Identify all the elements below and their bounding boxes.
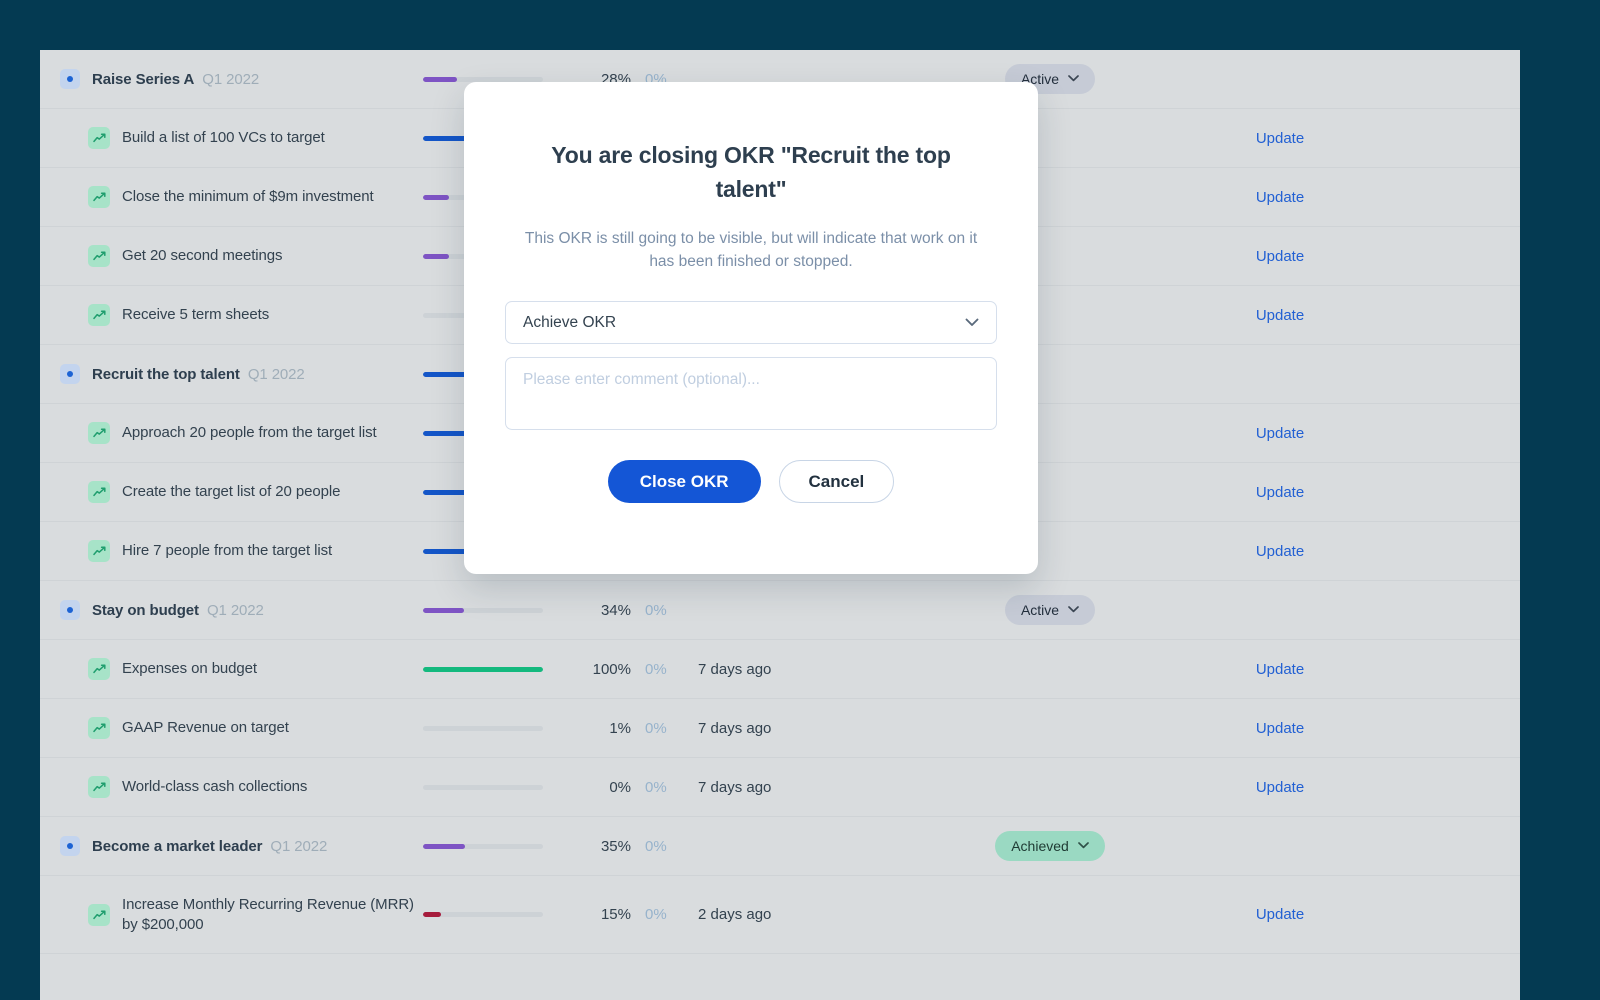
- close-reason-value: Achieve OKR: [523, 313, 617, 331]
- chevron-down-icon: [965, 315, 979, 330]
- dialog-actions: Close OKR Cancel: [505, 460, 997, 503]
- close-okr-button[interactable]: Close OKR: [607, 460, 761, 503]
- dialog-description: This OKR is still going to be visible, b…: [524, 230, 978, 270]
- cancel-button[interactable]: Cancel: [778, 460, 895, 503]
- comment-input[interactable]: Please enter comment (optional)...: [505, 357, 997, 430]
- dialog-title: You are closing OKR "Recruit the top tal…: [551, 142, 951, 202]
- close-reason-select[interactable]: Achieve OKR: [505, 301, 997, 344]
- close-okr-dialog: You are closing OKR "Recruit the top tal…: [464, 82, 1038, 574]
- screen: Raise Series A Q1 2022 28% 0% Active Build a …: [0, 0, 1600, 1000]
- modal-overlay: You are closing OKR "Recruit the top tal…: [0, 0, 1600, 1000]
